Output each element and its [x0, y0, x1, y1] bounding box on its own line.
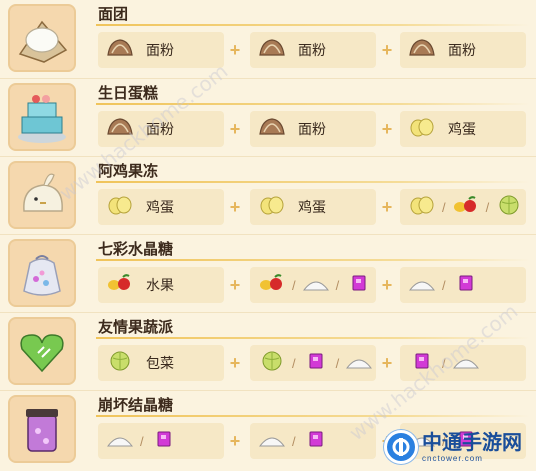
separator: /: [485, 199, 490, 215]
heart-pie-icon: [8, 317, 76, 385]
separator: /: [140, 433, 144, 449]
plus-sign: +: [381, 40, 393, 60]
ingredient-slot: / /: [400, 189, 526, 225]
ingredient-label: 鸡蛋: [448, 121, 476, 137]
ingredient-label: 包菜: [146, 355, 174, 371]
ingredient-slot: 面粉: [400, 32, 526, 68]
egg-icon: [106, 194, 134, 221]
plus-sign: +: [381, 353, 393, 373]
ingredient-label: 面粉: [146, 42, 174, 58]
flour-icon: [258, 116, 286, 143]
birthday-cake-icon: [8, 83, 76, 151]
crystal-icon: [150, 428, 178, 455]
site-logo: 中通手游网 cnctower.com: [384, 427, 530, 467]
ingredient-label: 鸡蛋: [146, 199, 174, 215]
recipe-title: 崩坏结晶糖: [98, 397, 174, 414]
separator: /: [442, 277, 446, 293]
ingredient-label: 鸡蛋: [298, 199, 326, 215]
fruit-icon: [258, 272, 286, 299]
egg-icon: [258, 194, 286, 221]
cabbage-icon: [106, 350, 134, 377]
plus-sign: +: [229, 275, 241, 295]
logo-title: 中通手游网: [422, 431, 522, 454]
recipe-title: 生日蛋糕: [98, 85, 159, 102]
sugar-icon: [408, 272, 436, 299]
title-underline: [96, 181, 530, 183]
fruit-icon: [106, 272, 134, 299]
separator: /: [442, 199, 446, 215]
title-underline: [96, 24, 530, 26]
crystal-jar-icon: [8, 395, 76, 463]
ingredient-slot: 面粉: [250, 32, 376, 68]
plus-sign: +: [381, 119, 393, 139]
plus-sign: +: [229, 197, 241, 217]
title-underline: [96, 415, 530, 417]
plus-sign: +: [229, 431, 241, 451]
ingredient-label: 面粉: [298, 42, 326, 58]
ingredient-slot: 面粉: [250, 111, 376, 147]
logo-subtitle: cnctower.com: [422, 453, 483, 463]
crystal-icon: [302, 428, 330, 455]
ingredient-slot: 鸡蛋: [400, 111, 526, 147]
plus-sign: +: [229, 40, 241, 60]
ingredient-label: 水果: [146, 277, 174, 293]
sugar-icon: [302, 272, 330, 299]
ingredient-slot: 面粉: [98, 32, 224, 68]
egg-icon: [408, 194, 436, 221]
sugar-icon: [106, 428, 134, 455]
recipe-row: 七彩水晶糖 水果 / / / + +: [0, 234, 536, 312]
sugar-icon: [345, 350, 373, 377]
crystal-icon: [302, 350, 330, 377]
cabbage-icon: [495, 194, 523, 221]
egg-icon: [408, 116, 436, 143]
crystal-icon: [345, 272, 373, 299]
flour-icon: [106, 37, 134, 64]
separator: /: [292, 277, 296, 293]
sugar-icon: [258, 428, 286, 455]
plus-sign: +: [381, 197, 393, 217]
flour-icon: [408, 37, 436, 64]
ingredient-slot: / /: [250, 267, 376, 303]
fruit-icon: [452, 194, 480, 221]
ingredient-slot: 鸡蛋: [250, 189, 376, 225]
ingredient-slot: 包菜: [98, 345, 224, 381]
recipe-title: 友情果蔬派: [98, 319, 174, 336]
cabbage-icon: [258, 350, 286, 377]
recipe-title: 面团: [98, 6, 129, 23]
crystal-icon: [452, 272, 480, 299]
plus-sign: +: [229, 119, 241, 139]
crystal-candy-bag-icon: [8, 239, 76, 307]
flour-icon: [258, 37, 286, 64]
ingredient-label: 面粉: [448, 42, 476, 58]
recipe-row: 生日蛋糕 面粉 面粉 鸡蛋 + +: [0, 78, 536, 156]
separator: /: [292, 433, 296, 449]
recipe-row: 面团面粉 面粉 面粉 + +: [0, 0, 536, 78]
ingredient-slot: / /: [250, 345, 376, 381]
logo-icon: [384, 430, 418, 464]
plus-sign: +: [381, 275, 393, 295]
separator: /: [335, 355, 340, 371]
plus-sign: +: [229, 353, 241, 373]
dough-icon: [8, 4, 76, 72]
recipe-title: 七彩水晶糖: [98, 241, 174, 258]
ingredient-slot: 水果: [98, 267, 224, 303]
ingredient-slot: 鸡蛋: [98, 189, 224, 225]
ingredient-label: 面粉: [298, 121, 326, 137]
separator: /: [335, 277, 340, 293]
ingredient-slot: /: [98, 423, 224, 459]
separator: /: [292, 355, 296, 371]
title-underline: [96, 259, 530, 261]
